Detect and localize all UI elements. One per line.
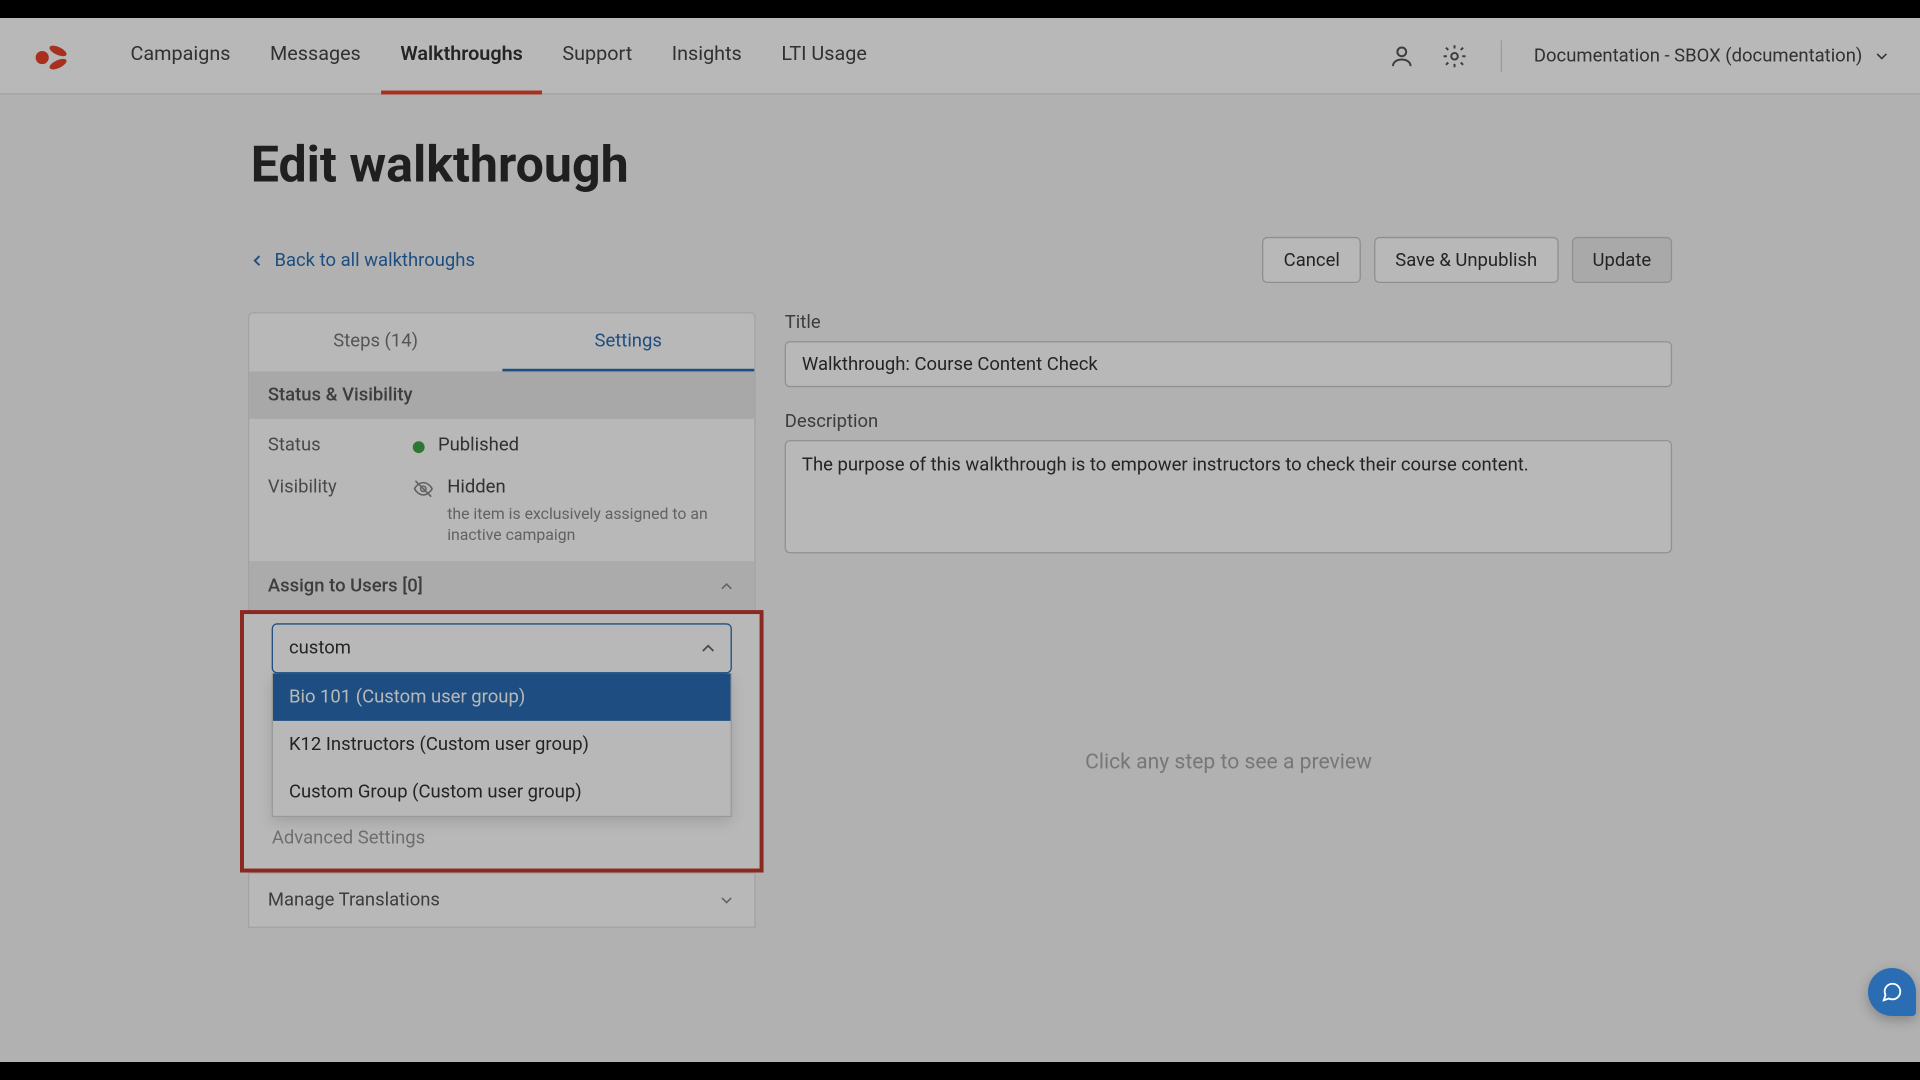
user-icon[interactable]: [1388, 41, 1417, 70]
help-fab[interactable]: [1868, 968, 1916, 1016]
assign-search-input[interactable]: [272, 624, 732, 674]
nav-walkthroughs[interactable]: Walkthroughs: [381, 17, 543, 93]
tab-steps[interactable]: Steps (14): [249, 313, 502, 371]
description-textarea[interactable]: [785, 440, 1672, 553]
workspace-switcher[interactable]: Documentation - SBOX (documentation): [1534, 45, 1891, 66]
assign-users-header[interactable]: Assign to Users [0]: [249, 563, 754, 610]
advanced-settings-row[interactable]: Advanced Settings: [253, 820, 750, 860]
gear-icon[interactable]: [1440, 41, 1469, 70]
status-label: Status: [268, 435, 413, 456]
status-dot-icon: [413, 441, 425, 453]
nav-support[interactable]: Support: [543, 17, 652, 93]
preview-placeholder: Click any step to see a preview: [785, 582, 1672, 938]
chat-icon: [1881, 981, 1903, 1003]
tab-settings[interactable]: Settings: [502, 313, 755, 371]
eye-off-icon: [413, 478, 434, 499]
save-unpublish-button[interactable]: Save & Unpublish: [1374, 237, 1558, 283]
assign-option[interactable]: K12 Instructors (Custom user group): [273, 721, 731, 768]
visibility-note: the item is exclusively assigned to an i…: [447, 503, 711, 546]
status-value: Published: [438, 435, 519, 456]
chevron-down-icon: [718, 891, 736, 909]
chevron-left-icon: [248, 251, 266, 269]
divider: [1501, 40, 1502, 72]
update-button[interactable]: Update: [1571, 237, 1672, 283]
chevron-up-icon[interactable]: [698, 638, 719, 659]
description-label: Description: [785, 411, 1672, 432]
assign-dropdown-highlight: Bio 101 (Custom user group) K12 Instruct…: [240, 611, 764, 873]
status-visibility-header: Status & Visibility: [249, 371, 754, 418]
nav-campaigns[interactable]: Campaigns: [111, 17, 250, 93]
settings-tabbar: Steps (14) Settings: [248, 312, 756, 371]
assign-option[interactable]: Bio 101 (Custom user group): [273, 674, 731, 721]
visibility-label: Visibility: [268, 477, 413, 498]
cancel-button[interactable]: Cancel: [1263, 237, 1361, 283]
workspace-label: Documentation - SBOX (documentation): [1534, 45, 1862, 66]
nav-lti-usage[interactable]: LTI Usage: [762, 17, 887, 93]
assign-option[interactable]: Custom Group (Custom user group): [273, 769, 731, 816]
nav-insights[interactable]: Insights: [652, 17, 762, 93]
main-nav: Campaigns Messages Walkthroughs Support …: [111, 17, 887, 93]
title-input[interactable]: [785, 341, 1672, 387]
visibility-value: Hidden: [447, 477, 711, 498]
page-title: Edit walkthrough: [248, 137, 1672, 195]
back-link[interactable]: Back to all walkthroughs: [248, 249, 475, 270]
chevron-down-icon: [1873, 46, 1891, 64]
assign-dropdown-list: Bio 101 (Custom user group) K12 Instruct…: [272, 674, 732, 818]
title-label: Title: [785, 312, 1672, 333]
app-logo[interactable]: [29, 34, 71, 76]
nav-messages[interactable]: Messages: [250, 17, 380, 93]
manage-translations-row[interactable]: Manage Translations: [249, 873, 754, 927]
chevron-up-icon: [718, 578, 736, 596]
back-link-label: Back to all walkthroughs: [274, 249, 475, 270]
